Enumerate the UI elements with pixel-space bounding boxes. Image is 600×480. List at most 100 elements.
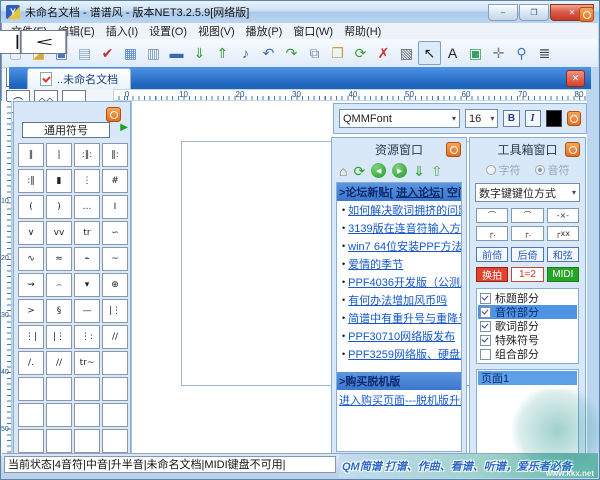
symbol-cell[interactable]: ⋮ bbox=[74, 169, 100, 193]
undo-icon[interactable]: ↶ bbox=[257, 41, 280, 65]
check-icon[interactable]: ✔ bbox=[96, 41, 119, 65]
menu-item[interactable]: 窗口(W) bbox=[288, 22, 338, 40]
zoom-tool-icon[interactable]: ⚲ bbox=[510, 41, 533, 65]
layer-checkbox-row[interactable]: 组合部分 bbox=[478, 347, 577, 361]
notation-symbol-button[interactable]: ┌xx bbox=[547, 226, 579, 241]
home-icon[interactable]: ⌂ bbox=[339, 164, 347, 178]
font-family-select[interactable]: QMMFont ▾ bbox=[339, 109, 460, 128]
layer-checkbox-row[interactable]: 特殊符号 bbox=[478, 333, 577, 347]
symbol-cell[interactable]: ~ bbox=[102, 247, 128, 271]
refresh-icon[interactable]: ⟳ bbox=[349, 41, 372, 65]
checkbox-icon[interactable] bbox=[480, 293, 491, 304]
hand-tool-icon[interactable]: ✛ bbox=[487, 41, 510, 65]
font-size-select[interactable]: 16 ▾ bbox=[465, 109, 498, 128]
symbol-cell[interactable]: tr bbox=[74, 221, 100, 245]
expand-arrow-icon[interactable]: ▶ bbox=[120, 123, 128, 133]
symbol-cell[interactable]: ∨ bbox=[18, 221, 44, 245]
action-button[interactable]: MIDI bbox=[547, 267, 579, 282]
action-button[interactable]: 换拍 bbox=[476, 267, 508, 282]
copy-icon[interactable]: ⧉ bbox=[303, 41, 326, 65]
redo-icon[interactable]: ↷ bbox=[280, 41, 303, 65]
menu-item[interactable]: 播放(P) bbox=[241, 22, 288, 40]
grace-note-button[interactable]: 和弦 bbox=[547, 247, 579, 262]
checkbox-icon[interactable] bbox=[480, 307, 491, 318]
action-button[interactable]: 1=2 bbox=[511, 267, 543, 282]
close-resource-panel-button[interactable] bbox=[446, 142, 461, 157]
symbol-cell[interactable] bbox=[102, 429, 128, 453]
symbol-cell[interactable]: ⇝ bbox=[18, 273, 44, 297]
delete-icon[interactable]: ✗ bbox=[372, 41, 395, 65]
bold-button[interactable]: B bbox=[503, 110, 519, 127]
symbol-cell[interactable]: | bbox=[46, 143, 72, 167]
forward-icon[interactable]: ▶ bbox=[392, 163, 407, 178]
symbol-cell[interactable]: # bbox=[102, 169, 128, 193]
list-view-icon[interactable]: ▥ bbox=[142, 41, 165, 65]
symbol-cell[interactable] bbox=[46, 377, 72, 401]
grace-note-button[interactable]: 前倚 bbox=[476, 247, 508, 262]
cursor-icon[interactable]: ↖ bbox=[418, 41, 441, 65]
forum-post-link[interactable]: 有何办法增加风币吗 bbox=[348, 292, 447, 308]
forum-post-link[interactable]: 简谱中有重升号与重降号 bbox=[348, 310, 461, 326]
symbol-cell[interactable] bbox=[46, 429, 72, 453]
maximize-button[interactable]: ❐ bbox=[519, 4, 549, 21]
dynamics-symbol-button[interactable]: < bbox=[20, 30, 68, 54]
symbol-cell[interactable]: // bbox=[102, 325, 128, 349]
symbol-cell[interactable]: ≈ bbox=[46, 247, 72, 271]
forum-post-link[interactable]: 爱情的季节 bbox=[348, 256, 403, 272]
symbol-category-button[interactable]: 通用符号 bbox=[22, 122, 110, 138]
symbol-cell[interactable] bbox=[18, 403, 44, 427]
close-symbol-panel-button[interactable] bbox=[106, 107, 121, 122]
layer-checkbox-row[interactable]: 标题部分 bbox=[478, 291, 577, 305]
download-icon[interactable]: ⇓ bbox=[413, 164, 425, 178]
buy-page-link[interactable]: 进入购买页面---脱机版升级 bbox=[337, 390, 461, 410]
symbol-cell[interactable]: ⋮: bbox=[74, 325, 100, 349]
radio-note[interactable]: 音符 bbox=[535, 162, 570, 178]
symbol-cell[interactable] bbox=[74, 377, 100, 401]
forum-post-link[interactable]: 3139版在连音符输入方面 bbox=[348, 220, 461, 236]
symbol-cell[interactable]: … bbox=[74, 195, 100, 219]
symbol-cell[interactable] bbox=[102, 377, 128, 401]
symbol-cell[interactable] bbox=[46, 403, 72, 427]
midi-notes-icon[interactable]: ♪ bbox=[234, 41, 257, 65]
marquee-select-icon[interactable]: ▧ bbox=[395, 41, 418, 65]
grace-note-button[interactable]: 后倚 bbox=[511, 247, 543, 262]
forum-post-link[interactable]: PPF30710网络版发布 bbox=[348, 328, 455, 344]
symbol-cell[interactable]: :‖ bbox=[18, 169, 44, 193]
menu-item[interactable]: 视图(V) bbox=[193, 22, 240, 40]
image-tool-icon[interactable]: ▣ bbox=[464, 41, 487, 65]
symbol-cell[interactable]: ⊕ bbox=[102, 273, 128, 297]
symbol-cell[interactable]: — bbox=[74, 299, 100, 323]
symbol-cell[interactable]: |⋮ bbox=[46, 325, 72, 349]
enter-forum-link[interactable]: 进入论坛 bbox=[396, 187, 440, 199]
monitor-icon[interactable]: ▬ bbox=[165, 41, 188, 65]
print-icon[interactable]: ▤ bbox=[73, 41, 96, 65]
symbol-cell[interactable]: // bbox=[46, 351, 72, 375]
symbol-cell[interactable]: ∿ bbox=[18, 247, 44, 271]
symbol-cell[interactable]: ‖: bbox=[102, 143, 128, 167]
grid-icon[interactable]: ▦ bbox=[119, 41, 142, 65]
symbol-cell[interactable] bbox=[18, 429, 44, 453]
symbol-cell[interactable]: ⋮| bbox=[18, 325, 44, 349]
symbol-cell[interactable]: tr~ bbox=[74, 351, 100, 375]
close-document-button[interactable]: ✕ bbox=[566, 70, 585, 87]
tab-untitled-document[interactable]: ..未命名文档 bbox=[27, 68, 131, 89]
forum-post-link[interactable]: win7 64位安装PPF方法 bbox=[348, 238, 461, 254]
notation-symbol-button[interactable]: ┌. bbox=[476, 226, 508, 241]
notation-symbol-button[interactable]: ┌. bbox=[511, 226, 543, 241]
radio-character[interactable]: 字符 bbox=[486, 162, 521, 178]
symbol-cell[interactable]: ) bbox=[46, 195, 72, 219]
text-tool-icon[interactable]: A bbox=[441, 41, 464, 65]
symbol-cell[interactable] bbox=[102, 403, 128, 427]
menu-item[interactable]: 帮助(H) bbox=[339, 22, 386, 40]
layer-checkbox-row[interactable]: 歌词部分 bbox=[478, 319, 577, 333]
symbol-cell[interactable]: § bbox=[46, 299, 72, 323]
menu-item[interactable]: 插入(I) bbox=[101, 22, 143, 40]
symbol-cell[interactable]: vv bbox=[46, 221, 72, 245]
symbol-cell[interactable]: |⋮ bbox=[102, 299, 128, 323]
symbol-cell[interactable] bbox=[18, 377, 44, 401]
forum-post-link[interactable]: PPF3259网络版、硬盘版、 bbox=[348, 346, 461, 362]
symbol-cell[interactable] bbox=[74, 403, 100, 427]
refresh-icon[interactable]: ⟳ bbox=[353, 164, 365, 178]
checkbox-icon[interactable] bbox=[480, 349, 491, 360]
staff-lines-icon[interactable]: ≣ bbox=[533, 41, 556, 65]
